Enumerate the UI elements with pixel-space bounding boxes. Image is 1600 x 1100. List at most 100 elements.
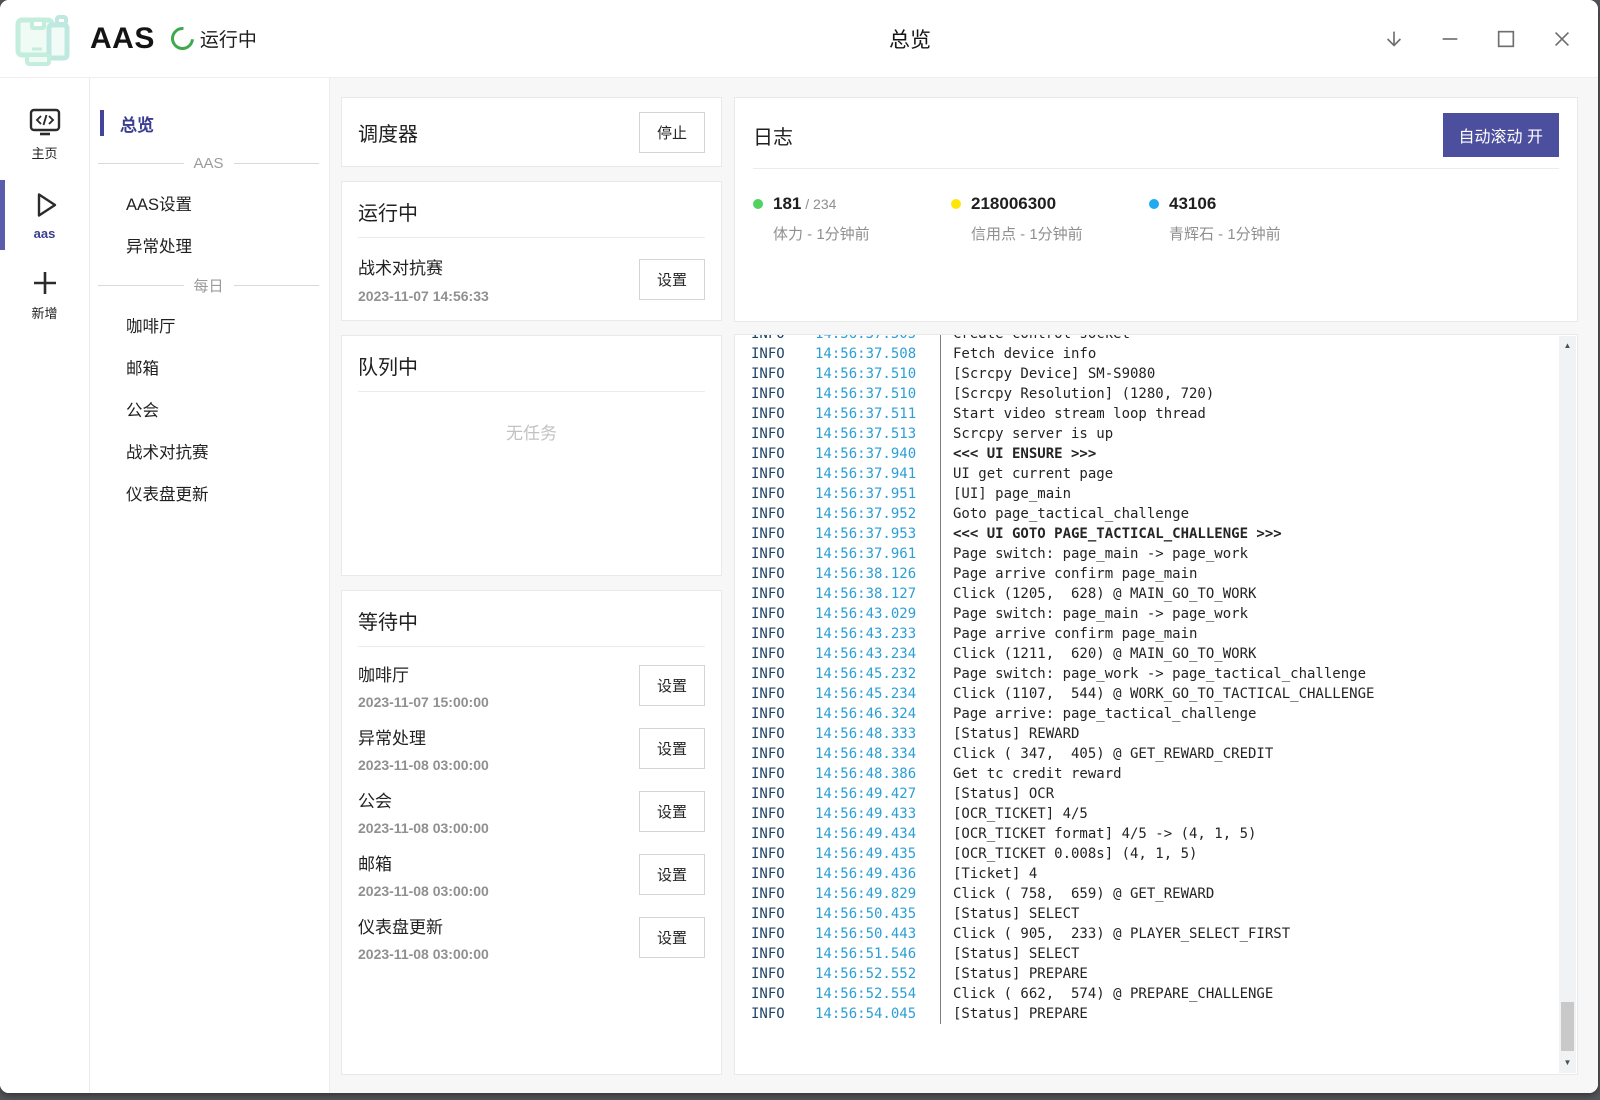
maximize-icon: [1495, 28, 1517, 50]
log-message: UI get current page: [940, 464, 1577, 484]
stat-gems: 43106 青辉石 - 1分钟前: [1149, 194, 1347, 244]
running-task-time: 2023-11-07 14:56:33: [358, 288, 489, 304]
scrollbar-up-arrow-icon[interactable]: ▲: [1559, 338, 1576, 354]
waiting-task-dashboard-update: 仪表盘更新 2023-11-08 03:00:00 设置: [358, 913, 705, 962]
running-settings-button[interactable]: 设置: [639, 259, 705, 300]
close-button[interactable]: [1542, 19, 1582, 59]
log-row: INFO 14:56:37.505 Create control socket: [735, 334, 1577, 344]
log-message: <<< UI ENSURE >>>: [940, 444, 1577, 464]
autoscroll-toggle-button[interactable]: 自动滚动 开: [1443, 113, 1559, 157]
rail-item-home[interactable]: 主页: [0, 98, 89, 172]
log-time: 14:56:45.234: [815, 684, 940, 704]
waiting-settings-button[interactable]: 设置: [639, 917, 705, 958]
sidebar-item-mailbox[interactable]: 邮箱: [90, 346, 329, 388]
log-time: 14:56:38.127: [815, 584, 940, 604]
waiting-settings-button[interactable]: 设置: [639, 854, 705, 895]
waiting-task-time: 2023-11-08 03:00:00: [358, 946, 489, 962]
sidebar-item-tactical-challenge[interactable]: 战术对抗赛: [90, 430, 329, 472]
log-level: INFO: [735, 924, 815, 944]
waiting-settings-button[interactable]: 设置: [639, 665, 705, 706]
app-name: AAS: [90, 22, 155, 56]
log-row: INFO 14:56:43.234 Click (1211, 620) @ MA…: [735, 644, 1577, 664]
log-message: [Status] PREPARE: [940, 1004, 1577, 1024]
sidebar-item-dashboard-update[interactable]: 仪表盘更新: [90, 472, 329, 514]
log-level: INFO: [735, 524, 815, 544]
log-time: 14:56:51.546: [815, 944, 940, 964]
stop-button[interactable]: 停止: [639, 112, 705, 153]
log-level: INFO: [735, 944, 815, 964]
log-row: INFO 14:56:37.940 <<< UI ENSURE >>>: [735, 444, 1577, 464]
log-row: INFO 14:56:49.435 [OCR_TICKET 0.008s] (4…: [735, 844, 1577, 864]
log-row: INFO 14:56:37.508 Fetch device info: [735, 344, 1577, 364]
stat-stamina: 181 / 234 体力 - 1分钟前: [753, 194, 951, 244]
log-time: 14:56:37.508: [815, 344, 940, 364]
sidebar-item-guild[interactable]: 公会: [90, 388, 329, 430]
log-message: [Status] REWARD: [940, 724, 1577, 744]
log-row: INFO 14:56:45.232 Page switch: page_work…: [735, 664, 1577, 684]
running-task-name: 战术对抗赛: [358, 254, 489, 279]
content-area: 调度器 停止 运行中 战术对抗赛 2023-11-07 14:56:33 设置: [330, 78, 1598, 1093]
sidebar-item-overview[interactable]: 总览: [90, 102, 329, 144]
maximize-button[interactable]: [1486, 19, 1526, 59]
waiting-settings-button[interactable]: 设置: [639, 791, 705, 832]
log-time: 14:56:43.233: [815, 624, 940, 644]
log-time: 14:56:37.953: [815, 524, 940, 544]
rail-item-aas[interactable]: aas: [0, 178, 89, 252]
scheduler-card: 调度器 停止: [341, 97, 722, 167]
log-level: INFO: [735, 464, 815, 484]
log-message: Scrcpy server is up: [940, 424, 1577, 444]
log-row: INFO 14:56:49.427 [Status] OCR: [735, 784, 1577, 804]
scrollbar-down-arrow-icon[interactable]: ▼: [1559, 1055, 1576, 1071]
log-level: INFO: [735, 504, 815, 524]
log-level: INFO: [735, 904, 815, 924]
sidebar-item-cafe[interactable]: 咖啡厅: [90, 304, 329, 346]
log-message: [Status] OCR: [940, 784, 1577, 804]
log-row: INFO 14:56:45.234 Click (1107, 544) @ WO…: [735, 684, 1577, 704]
log-level: INFO: [735, 784, 815, 804]
running-spinner-icon: [166, 22, 198, 54]
waiting-task-name: 公会: [358, 787, 489, 812]
log-time: 14:56:45.232: [815, 664, 940, 684]
sidebar-item-exception-handling[interactable]: 异常处理: [90, 224, 329, 266]
log-message: [OCR_TICKET] 4/5: [940, 804, 1577, 824]
log-column: 日志 自动滚动 开 181 / 234 体力 - 1分钟前 218006300 …: [734, 97, 1578, 1075]
waiting-settings-button[interactable]: 设置: [639, 728, 705, 769]
log-level: INFO: [735, 424, 815, 444]
log-level: INFO: [735, 364, 815, 384]
log-level: INFO: [735, 984, 815, 1004]
log-time: 14:56:43.234: [815, 644, 940, 664]
stat-label: 青辉石 - 1分钟前: [1169, 223, 1281, 244]
log-level: INFO: [735, 334, 815, 344]
log-lines: INFO 14:56:37.505 Create control socket …: [735, 334, 1577, 1024]
log-message: Goto page_tactical_challenge: [940, 504, 1577, 524]
log-row: INFO 14:56:50.443 Click ( 905, 233) @ PL…: [735, 924, 1577, 944]
log-row: INFO 14:56:52.552 [Status] PREPARE: [735, 964, 1577, 984]
minimize-to-tray-button[interactable]: [1374, 19, 1414, 59]
log-message: Create control socket: [940, 334, 1577, 344]
log-level: INFO: [735, 544, 815, 564]
waiting-task-cafe: 咖啡厅 2023-11-07 15:00:00 设置: [358, 661, 705, 710]
waiting-task-time: 2023-11-08 03:00:00: [358, 883, 489, 899]
scrollbar-thumb[interactable]: [1561, 1002, 1574, 1051]
rail-item-add[interactable]: 新增: [0, 258, 89, 332]
waiting-task-name: 仪表盘更新: [358, 913, 489, 938]
sidebar-menu: 总览 AAS AAS设置 异常处理 每日 咖啡厅 邮箱 公会 战术对抗赛 仪表盘…: [90, 78, 330, 1093]
log-scrollbar[interactable]: ▲ ▼: [1559, 336, 1576, 1073]
log-level: INFO: [735, 964, 815, 984]
log-level: INFO: [735, 864, 815, 884]
log-row: INFO 14:56:48.334 Click ( 347, 405) @ GE…: [735, 744, 1577, 764]
titlebar: AAS 运行中 总览: [0, 0, 1598, 78]
log-time: 14:56:49.427: [815, 784, 940, 804]
stat-label: 信用点 - 1分钟前: [971, 223, 1083, 244]
window-controls: [1374, 0, 1582, 77]
waiting-task-time: 2023-11-07 15:00:00: [358, 694, 489, 710]
log-level: INFO: [735, 624, 815, 644]
scheduler-column: 调度器 停止 运行中 战术对抗赛 2023-11-07 14:56:33 设置: [341, 97, 722, 1075]
sidebar-item-aas-settings[interactable]: AAS设置: [90, 182, 329, 224]
log-level: INFO: [735, 764, 815, 784]
minimize-button[interactable]: [1430, 19, 1470, 59]
log-message: Page arrive: page_tactical_challenge: [940, 704, 1577, 724]
log-time: 14:56:37.952: [815, 504, 940, 524]
log-level: INFO: [735, 744, 815, 764]
waiting-task-time: 2023-11-08 03:00:00: [358, 757, 489, 773]
